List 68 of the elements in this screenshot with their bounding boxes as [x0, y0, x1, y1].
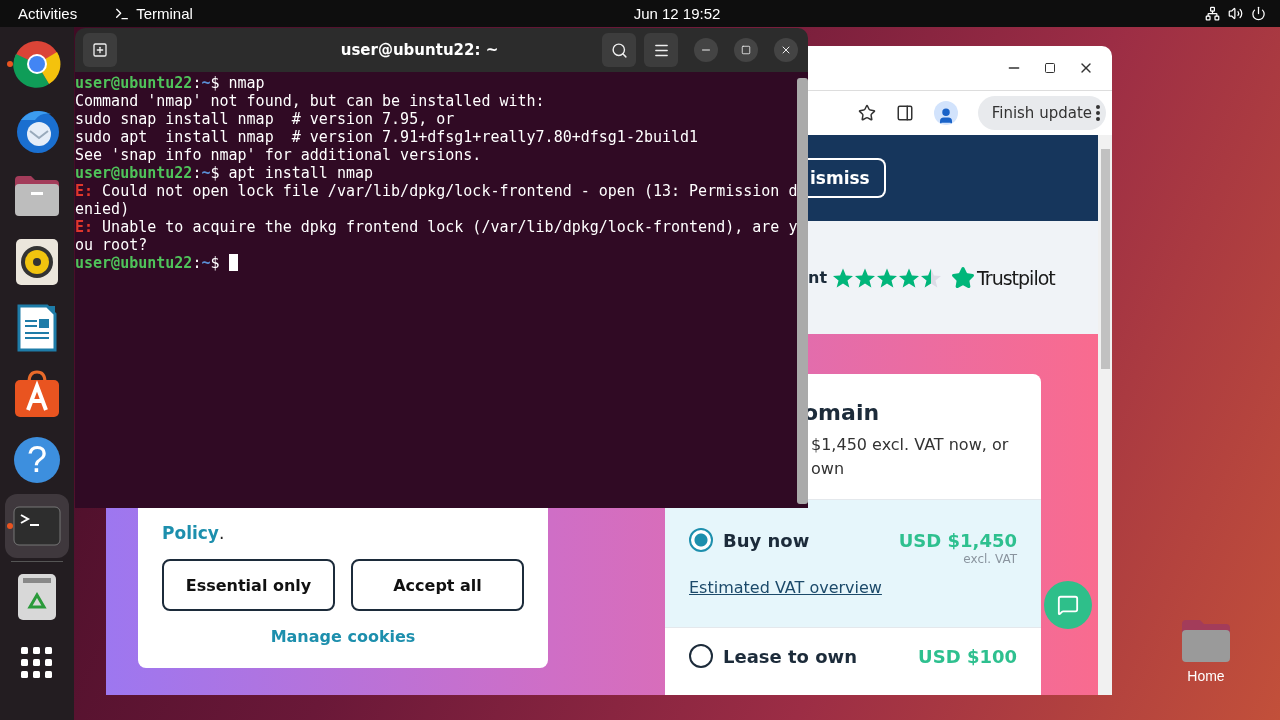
- close-button[interactable]: [774, 38, 798, 62]
- minimize-button[interactable]: [694, 38, 718, 62]
- policy-link[interactable]: Policy: [162, 523, 219, 543]
- price-note: excl. VAT: [963, 552, 1017, 566]
- shopping-bag-icon[interactable]: [14, 370, 60, 418]
- folder-icon[interactable]: [13, 174, 61, 218]
- clock[interactable]: Jun 12 19:52: [633, 5, 721, 22]
- option-label: Lease to own: [723, 645, 859, 667]
- folder-label[interactable]: Home: [1187, 668, 1225, 684]
- trustpilot-logo: Trustpilot: [951, 265, 1055, 290]
- radio-button[interactable]: [689, 644, 713, 668]
- trash-icon[interactable]: [17, 573, 57, 621]
- cookie-button[interactable]: Accept all: [351, 559, 524, 611]
- policy-text: Policy.: [162, 523, 226, 543]
- terminal-icon[interactable]: [13, 506, 61, 546]
- power-icon[interactable]: [1251, 6, 1266, 21]
- close-icon: [780, 44, 792, 56]
- terminal-line: ou root?: [75, 236, 148, 254]
- option-price: USD $100: [918, 645, 1017, 667]
- radio-button[interactable]: [689, 528, 713, 552]
- rating-text: nt: [808, 268, 828, 287]
- option-price: USD $1,450: [898, 529, 1017, 551]
- terminal-line: enied): [75, 200, 130, 218]
- new-tab-button[interactable]: [83, 33, 117, 67]
- window-title: user@ubuntu22: ~: [339, 41, 500, 59]
- option-label: Buy now: [723, 529, 811, 551]
- cookie-button[interactable]: Essential only: [162, 559, 335, 611]
- finish-update-button[interactable]: Finish update: [977, 96, 1106, 130]
- volume-icon[interactable]: [1228, 6, 1243, 21]
- terminal-line: user@ubuntu22:~$: [75, 254, 238, 272]
- terminal-line: E: Could not open lock file /var/lib/dpkg/lock-frontend - open (13: Permission d: [75, 182, 798, 200]
- scrollbar[interactable]: [1098, 135, 1112, 695]
- rating-star: [877, 267, 898, 288]
- terminal-line: Command 'nmap' not found, but can be installed with:: [75, 92, 545, 110]
- terminal-line: user@ubuntu22:~$ nmap: [75, 74, 265, 92]
- kebab-menu-icon: [1096, 105, 1100, 121]
- vat-link[interactable]: Estimated VAT overview: [689, 578, 1017, 597]
- maximize-icon: [741, 45, 751, 55]
- app-menu[interactable]: Terminal: [114, 5, 193, 22]
- terminal-line: E: Unable to acquire the dpkg frontend lock (/var/lib/dpkg/lock-frontend), are y: [75, 218, 798, 236]
- side-panel-icon[interactable]: [895, 104, 914, 122]
- domain-description: $1,450 excl. VAT now, or own: [811, 434, 1010, 480]
- activities-button[interactable]: Activities: [18, 5, 78, 22]
- purchase-option[interactable]: Buy now USD $1,450 excl. VAT Estimated VAT overview: [665, 499, 1041, 627]
- terminal-line: user@ubuntu22:~$ apt install nmap: [75, 164, 374, 182]
- scrollbar-thumb[interactable]: [797, 78, 808, 504]
- speaker-icon[interactable]: [15, 238, 59, 286]
- document-icon[interactable]: [17, 304, 57, 352]
- profile-avatar[interactable]: [933, 101, 958, 125]
- network-icon[interactable]: [1205, 6, 1220, 21]
- menu-button[interactable]: [644, 33, 678, 67]
- rating-star: [833, 267, 854, 288]
- search-icon: [610, 41, 628, 59]
- rating-star: [855, 267, 876, 288]
- browser-icon[interactable]: [13, 40, 61, 88]
- terminal-line: sudo apt install nmap # version 7.91+dfsg1+really7.80+dfsg1-2build1: [75, 128, 699, 146]
- search-button[interactable]: [602, 33, 636, 67]
- maximize-button[interactable]: [734, 38, 758, 62]
- maximize-icon[interactable]: [1044, 62, 1056, 74]
- chat-icon: [1057, 594, 1079, 616]
- new-tab-icon: [92, 42, 108, 58]
- terminal-line: See 'snap info nmap' for additional versions.: [75, 146, 482, 164]
- bookmark-star-icon[interactable]: [857, 104, 876, 122]
- rating-star: [921, 267, 942, 288]
- manage-cookies-link[interactable]: Manage cookies: [270, 627, 416, 646]
- rating-star: [899, 267, 920, 288]
- terminal-line: sudo snap install nmap # version 7.95, or: [75, 110, 455, 128]
- apps-grid-icon[interactable]: [21, 647, 53, 679]
